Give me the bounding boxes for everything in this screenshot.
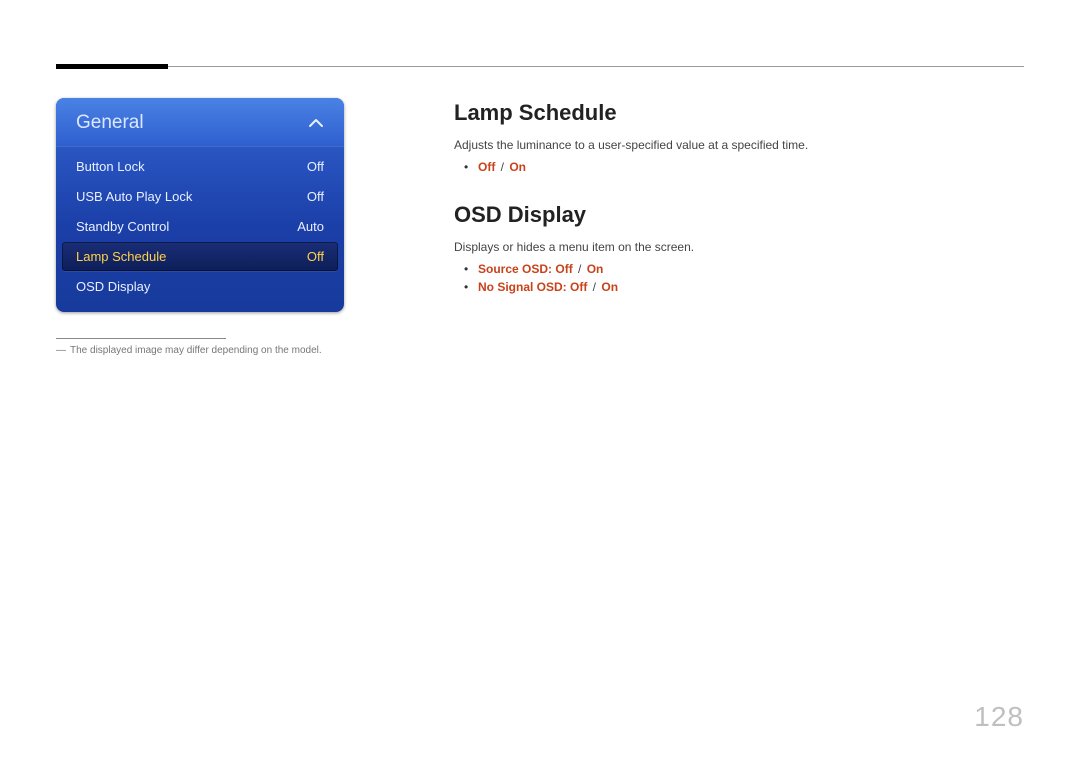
footnote-text: The displayed image may differ depending…	[70, 345, 322, 356]
osd-item-standby-control[interactable]: Standby Control Auto	[62, 212, 338, 241]
option-prefix: Source OSD:	[478, 262, 555, 276]
section-desc: Displays or hides a menu item on the scr…	[454, 240, 1024, 254]
osd-item-label: USB Auto Play Lock	[76, 189, 192, 204]
option-a: Off	[478, 160, 495, 174]
osd-item-value: Auto	[297, 219, 324, 234]
section-desc: Adjusts the luminance to a user-specifie…	[454, 138, 1024, 152]
option-b: On	[601, 280, 618, 294]
option-row: Source OSD: Off / On	[464, 262, 1024, 276]
option-sep: /	[573, 262, 587, 276]
footnote: ― The displayed image may differ dependin…	[56, 345, 344, 356]
page-number: 128	[974, 701, 1024, 733]
header-accent	[56, 64, 168, 69]
osd-item-label: OSD Display	[76, 279, 150, 294]
right-column: Lamp Schedule Adjusts the luminance to a…	[454, 98, 1024, 356]
osd-item-lamp-schedule[interactable]: Lamp Schedule Off	[62, 242, 338, 271]
option-row: Off / On	[464, 160, 1024, 174]
section-heading-lamp-schedule: Lamp Schedule	[454, 100, 1024, 126]
option-a: Off	[570, 280, 587, 294]
option-a: Off	[555, 262, 572, 276]
option-b: On	[587, 262, 604, 276]
osd-item-label: Lamp Schedule	[76, 249, 166, 264]
section-options: Off / On	[464, 160, 1024, 174]
footnote-rule	[56, 338, 226, 339]
section-options: Source OSD: Off / On No Signal OSD: Off …	[464, 262, 1024, 294]
osd-item-label: Standby Control	[76, 219, 169, 234]
content-area: General Button Lock Off USB Auto Play Lo…	[56, 98, 1024, 356]
osd-header: General	[56, 98, 344, 147]
osd-item-osd-display[interactable]: OSD Display	[62, 272, 338, 301]
osd-list: Button Lock Off USB Auto Play Lock Off S…	[56, 147, 344, 312]
option-prefix: No Signal OSD:	[478, 280, 570, 294]
osd-item-usb-auto-play-lock[interactable]: USB Auto Play Lock Off	[62, 182, 338, 211]
option-row: No Signal OSD: Off / On	[464, 280, 1024, 294]
option-sep: /	[495, 160, 509, 174]
osd-item-value: Off	[307, 189, 324, 204]
header-rule	[56, 66, 1024, 67]
osd-item-button-lock[interactable]: Button Lock Off	[62, 152, 338, 181]
osd-item-value: Off	[307, 249, 324, 264]
section-heading-osd-display: OSD Display	[454, 202, 1024, 228]
chevron-up-icon[interactable]	[308, 117, 324, 129]
option-sep: /	[587, 280, 601, 294]
left-column: General Button Lock Off USB Auto Play Lo…	[56, 98, 344, 356]
osd-item-value: Off	[307, 159, 324, 174]
osd-title: General	[76, 112, 144, 134]
option-b: On	[509, 160, 526, 174]
osd-item-label: Button Lock	[76, 159, 145, 174]
osd-panel: General Button Lock Off USB Auto Play Lo…	[56, 98, 344, 312]
footnote-dash: ―	[56, 345, 66, 356]
